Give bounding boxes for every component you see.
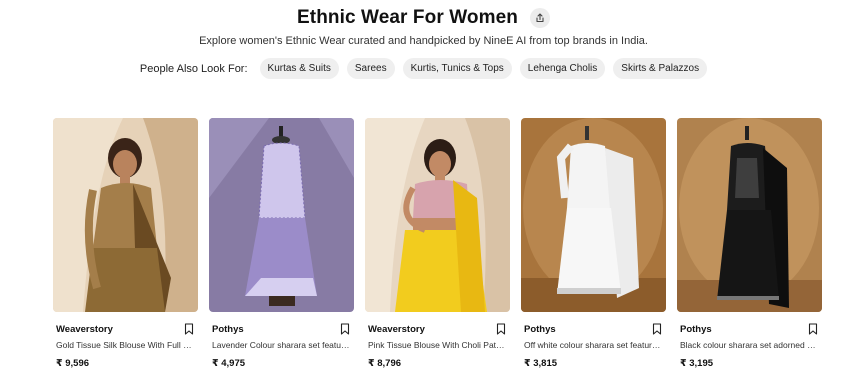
related-searches: People Also Look For: Kurtas & Suits Sar… — [0, 58, 847, 79]
pill-skirts-palazzos[interactable]: Skirts & Palazzos — [613, 58, 708, 79]
product-name[interactable]: Black colour sharara set adorned with em… — [677, 340, 818, 350]
related-label: People Also Look For: — [139, 62, 248, 75]
share-button[interactable] — [529, 8, 550, 28]
product-card[interactable]: Pothys Off white colour sharara set feat… — [521, 118, 666, 369]
product-brand: Pothys — [212, 323, 244, 335]
brand-row: Pothys — [521, 322, 666, 336]
product-brand: Pothys — [680, 323, 712, 335]
bookmark-icon[interactable] — [340, 323, 350, 335]
product-name[interactable]: Pink Tissue Blouse With Choli Pattern — [365, 340, 506, 350]
page-title: Ethnic Wear For Women — [297, 7, 518, 28]
product-card[interactable]: Weaverstory Pink Tissue Blouse With Chol… — [365, 118, 510, 369]
bookmark-icon[interactable] — [652, 323, 662, 335]
product-card[interactable]: Pothys Black colour sharara set adorned … — [677, 118, 822, 369]
product-price: ₹ 4,975 — [212, 358, 246, 369]
bookmark-icon[interactable] — [184, 323, 194, 335]
product-name[interactable]: Off white colour sharara set featuring e… — [521, 340, 662, 350]
product-name[interactable]: Lavender Colour sharara set featuring em… — [209, 340, 350, 350]
product-brand: Weaverstory — [56, 323, 113, 335]
brand-row: Weaverstory — [53, 322, 198, 336]
pill-kurtis-tunics-tops[interactable]: Kurtis, Tunics & Tops — [402, 58, 512, 79]
brand-row: Pothys — [209, 322, 354, 336]
page-subtitle: Explore women's Ethnic Wear curated and … — [199, 35, 648, 47]
product-price: ₹ 3,815 — [524, 358, 558, 369]
product-card[interactable]: Pothys Lavender Colour sharara set featu… — [209, 118, 354, 369]
product-name[interactable]: Gold Tissue Silk Blouse With Full Sleeve… — [53, 340, 194, 350]
product-image[interactable] — [53, 118, 198, 312]
pill-lehenga-cholis[interactable]: Lehenga Cholis — [519, 58, 606, 79]
product-image[interactable] — [209, 118, 354, 312]
product-card[interactable]: Weaverstory Gold Tissue Silk Blouse With… — [53, 118, 198, 369]
title-row: Ethnic Wear For Women — [0, 5, 847, 31]
bookmark-icon[interactable] — [496, 323, 506, 335]
product-image[interactable] — [365, 118, 510, 312]
product-brand: Weaverstory — [368, 323, 425, 335]
brand-row: Pothys — [677, 322, 822, 336]
brand-row: Weaverstory — [365, 322, 510, 336]
pill-kurtas-suits[interactable]: Kurtas & Suits — [259, 58, 339, 79]
product-price: ₹ 8,796 — [368, 358, 402, 369]
product-image[interactable] — [677, 118, 822, 312]
product-image[interactable] — [521, 118, 666, 312]
pill-sarees[interactable]: Sarees — [346, 58, 395, 79]
share-icon — [536, 13, 544, 23]
product-grid: Weaverstory Gold Tissue Silk Blouse With… — [53, 118, 822, 369]
bookmark-icon[interactable] — [808, 323, 818, 335]
product-brand: Pothys — [524, 323, 556, 335]
product-price: ₹ 9,596 — [56, 358, 90, 369]
product-price: ₹ 3,195 — [680, 358, 714, 369]
